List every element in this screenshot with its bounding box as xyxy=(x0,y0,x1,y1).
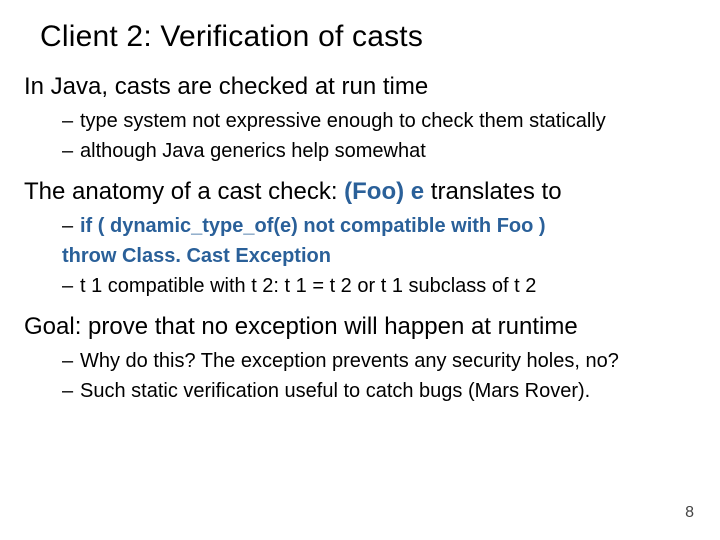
body-point-2: The anatomy of a cast check: (Foo) e tra… xyxy=(24,177,696,207)
slide-title: Client 2: Verification of casts xyxy=(40,20,696,54)
body-point-3: Goal: prove that no exception will happe… xyxy=(24,312,696,342)
dash-icon: – xyxy=(62,348,80,375)
list-item: – Why do this? The exception prevents an… xyxy=(62,348,696,375)
point2-code: (Foo) e xyxy=(344,178,424,205)
sub-item-text: although Java generics help somewhat xyxy=(80,138,696,165)
dash-icon: – xyxy=(62,138,80,165)
sub-item-text: Such static verification useful to catch… xyxy=(80,378,696,405)
sub-item-if: if ( dynamic_type_of(e) not compatible w… xyxy=(80,213,696,240)
list-item: throw Class. Cast Exception xyxy=(62,243,696,270)
body-point-1: In Java, casts are checked at run time xyxy=(24,72,696,102)
page-number: 8 xyxy=(685,504,694,522)
sub-item-compat: t 1 compatible with t 2: t 1 = t 2 or t … xyxy=(80,273,696,300)
list-item: – type system not expressive enough to c… xyxy=(62,108,696,135)
list-item: – although Java generics help somewhat xyxy=(62,138,696,165)
sub-item-throw: throw Class. Cast Exception xyxy=(62,243,696,270)
dash-icon: – xyxy=(62,378,80,405)
list-item: – t 1 compatible with t 2: t 1 = t 2 or … xyxy=(62,273,696,300)
dash-icon: – xyxy=(62,108,80,135)
point2-suffix: translates to xyxy=(424,178,561,205)
sub-item-text: type system not expressive enough to che… xyxy=(80,108,696,135)
sub-list-1: – type system not expressive enough to c… xyxy=(24,108,696,165)
sub-item-text: Why do this? The exception prevents any … xyxy=(80,348,696,375)
dash-icon: – xyxy=(62,213,80,240)
dash-icon: – xyxy=(62,273,80,300)
list-item: – if ( dynamic_type_of(e) not compatible… xyxy=(62,213,696,240)
sub-list-3: – Why do this? The exception prevents an… xyxy=(24,348,696,405)
slide: Client 2: Verification of casts In Java,… xyxy=(0,0,720,540)
list-item: – Such static verification useful to cat… xyxy=(62,378,696,405)
point2-prefix: The anatomy of a cast check: xyxy=(24,178,344,205)
sub-list-2: – if ( dynamic_type_of(e) not compatible… xyxy=(24,213,696,300)
